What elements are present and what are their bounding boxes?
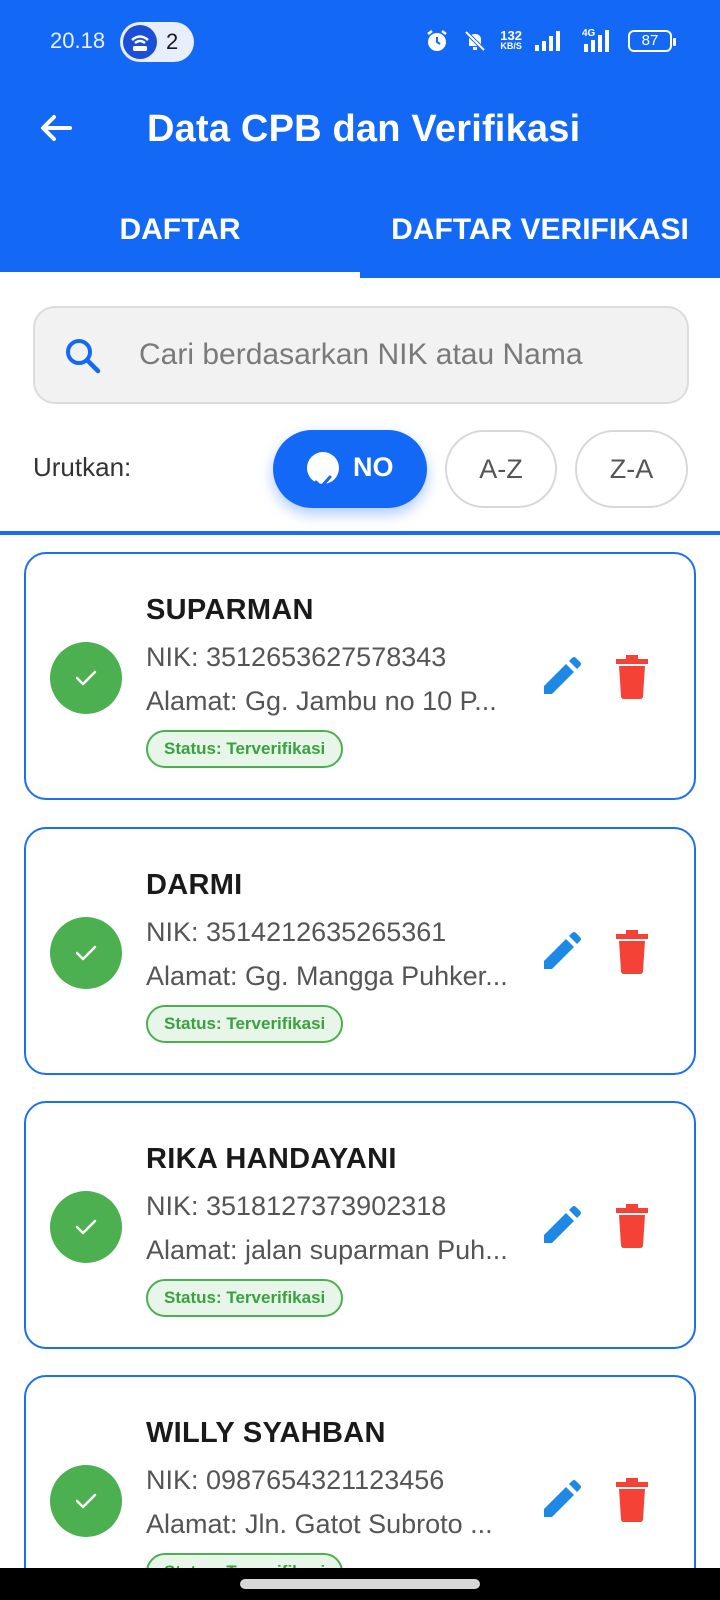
check-icon (75, 945, 97, 961)
status-badge: Status: Terverifikasi (146, 1005, 344, 1043)
sort-chip-no-label: NO (353, 452, 394, 482)
list-item[interactable]: RIKA HANDAYANI NIK: 3518127373902318 Ala… (24, 1101, 696, 1349)
delete-button[interactable] (612, 654, 652, 700)
trash-icon (616, 655, 648, 699)
status-time: 20.18 (50, 28, 106, 53)
trash-icon (616, 1204, 648, 1248)
list-item[interactable]: SUPARMAN NIK: 3512653627578343 Alamat: G… (24, 552, 696, 800)
record-name: SUPARMAN (146, 594, 314, 626)
record-address: Alamat: Jln. Gatot Subroto ... (146, 1509, 493, 1539)
status-bar: 20.18 2 132 KB/S 4G 87 (0, 0, 720, 84)
list-item[interactable]: DARMI NIK: 3514212635265361 Alamat: Gg. … (24, 827, 696, 1075)
battery-icon: 87 (628, 30, 676, 52)
record-name: WILLY SYAHBAN (146, 1417, 386, 1449)
sort-chip-az[interactable]: A-Z (445, 430, 557, 508)
record-address: Alamat: jalan suparman Puh... (146, 1235, 508, 1265)
record-nik: NIK: 3512653627578343 (146, 642, 447, 672)
tab-daftar[interactable]: DAFTAR (0, 198, 360, 278)
alarm-icon (427, 30, 448, 51)
status-badge: Status: Terverifikasi (146, 1279, 344, 1317)
record-nik: NIK: 3514212635265361 (146, 917, 447, 947)
record-name: DARMI (146, 869, 243, 901)
edit-icon (544, 1480, 581, 1517)
delete-button[interactable] (612, 929, 652, 975)
record-name: RIKA HANDAYANI (146, 1143, 397, 1175)
verified-avatar (50, 917, 122, 989)
verified-avatar (50, 1465, 122, 1537)
record-nik: NIK: 3518127373902318 (146, 1191, 447, 1221)
signal-4g-icon (584, 30, 609, 52)
delete-button[interactable] (612, 1203, 652, 1249)
search-icon (66, 339, 101, 374)
back-button[interactable] (36, 108, 76, 148)
record-nik: NIK: 0987654321123456 (146, 1465, 445, 1495)
status-icons: 132 KB/S 4G 87 (424, 26, 676, 56)
list-item[interactable]: WILLY SYAHBAN NIK: 0987654321123456 Alam… (24, 1375, 696, 1600)
edit-icon (544, 932, 581, 969)
search-box[interactable] (33, 306, 689, 404)
net-speed-unit: KB/S (500, 41, 522, 51)
edit-button[interactable] (538, 654, 584, 700)
edit-icon (544, 1206, 581, 1243)
check-icon (75, 1219, 97, 1235)
delete-button[interactable] (612, 1477, 652, 1523)
record-address: Alamat: Gg. Jambu no 10 P... (146, 686, 497, 716)
verified-avatar (50, 642, 122, 714)
notification-count: 2 (166, 29, 179, 54)
record-address: Alamat: Gg. Mangga Puhker... (146, 961, 508, 991)
check-icon (75, 670, 97, 686)
trash-icon (616, 930, 648, 974)
sort-label: Urutkan: (33, 452, 132, 482)
net-speed-value: 132 (500, 28, 522, 43)
trash-icon (616, 1478, 648, 1522)
wifi-hotspot-icon (123, 25, 157, 59)
system-nav-bar (0, 1568, 720, 1600)
signal-4g: 4G (576, 28, 616, 54)
edit-button[interactable] (538, 1203, 584, 1249)
tab-daftar-verifikasi[interactable]: DAFTAR VERIFIKASI (360, 198, 720, 278)
sort-chip-za[interactable]: Z-A (575, 430, 688, 508)
edit-icon (544, 657, 581, 694)
tab-indicator (0, 272, 360, 278)
sort-chip-no[interactable]: NO (273, 430, 427, 508)
net-speed: 132 KB/S (500, 28, 522, 52)
app-header: 20.18 2 132 KB/S 4G 87 Data CPB dan Veri… (0, 0, 720, 278)
verified-avatar (50, 1191, 122, 1263)
tab-bar: DAFTAR DAFTAR VERIFIKASI (0, 198, 720, 278)
search-input[interactable] (139, 308, 669, 402)
list-divider (0, 531, 720, 535)
page-title: Data CPB dan Verifikasi (147, 108, 581, 150)
signal-icon (535, 31, 560, 51)
edit-button[interactable] (538, 929, 584, 975)
check-icon (75, 1493, 97, 1509)
check-circle-icon (307, 452, 339, 489)
arrow-back-icon (41, 115, 72, 141)
mute-icon (464, 30, 486, 52)
notification-pill: 2 (120, 22, 194, 62)
edit-button[interactable] (538, 1477, 584, 1523)
status-badge: Status: Terverifikasi (146, 730, 344, 768)
gesture-handle[interactable] (240, 1579, 480, 1589)
